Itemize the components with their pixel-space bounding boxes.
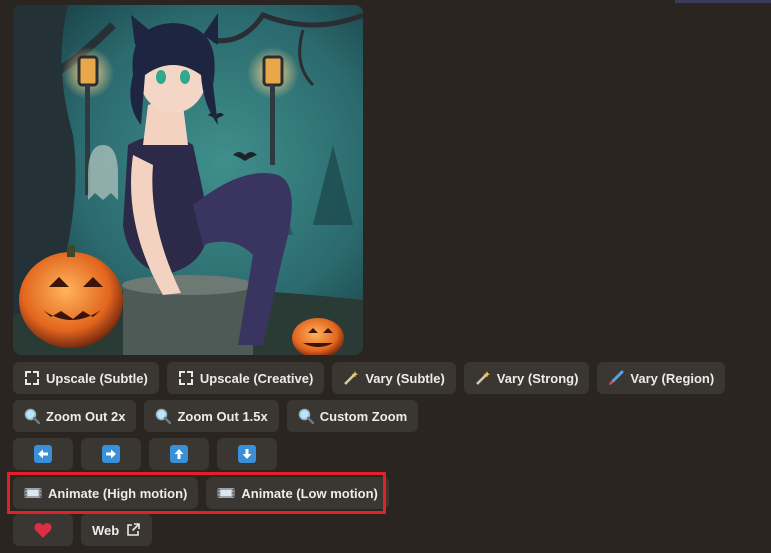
animate-low-motion-label: Animate (Low motion) bbox=[241, 485, 378, 501]
action-row-pan bbox=[13, 438, 277, 470]
web-link-label: Web bbox=[92, 522, 120, 538]
animate-low-motion-button[interactable]: Animate (Low motion) bbox=[206, 477, 389, 509]
vary-subtle-label: Vary (Subtle) bbox=[365, 370, 445, 386]
like-button[interactable] bbox=[13, 514, 73, 546]
top-bar-accent bbox=[675, 0, 771, 3]
generated-image-artwork bbox=[13, 5, 363, 355]
pan-down-button[interactable] bbox=[217, 438, 277, 470]
film-icon bbox=[217, 488, 235, 498]
animate-high-motion-button[interactable]: Animate (High motion) bbox=[13, 477, 199, 509]
web-link-button[interactable]: Web bbox=[81, 514, 153, 546]
zoom-out-1-5x-button[interactable]: Zoom Out 1.5x bbox=[144, 400, 279, 432]
arrow-left-icon bbox=[34, 445, 52, 463]
paintbrush-icon bbox=[609, 370, 624, 385]
pan-left-button[interactable] bbox=[13, 438, 73, 470]
upscale-creative-label: Upscale (Creative) bbox=[199, 370, 314, 386]
generated-image[interactable] bbox=[13, 5, 363, 355]
pan-right-button[interactable] bbox=[81, 438, 141, 470]
upscale-subtle-button[interactable]: Upscale (Subtle) bbox=[13, 362, 159, 394]
animate-high-motion-label: Animate (High motion) bbox=[48, 485, 188, 501]
heart-icon bbox=[34, 522, 52, 538]
custom-zoom-label: Custom Zoom bbox=[319, 408, 408, 424]
magnifier-icon bbox=[24, 408, 40, 424]
action-row-upscale-vary: Upscale (Subtle) Upscale (Creative) Vary… bbox=[13, 362, 726, 394]
film-icon bbox=[24, 488, 42, 498]
pan-up-button[interactable] bbox=[149, 438, 209, 470]
expand-icon bbox=[178, 371, 193, 385]
upscale-creative-button[interactable]: Upscale (Creative) bbox=[166, 362, 325, 394]
action-row-misc: Web bbox=[13, 514, 153, 546]
magic-wand-icon bbox=[344, 371, 359, 385]
vary-strong-label: Vary (Strong) bbox=[496, 370, 579, 386]
zoom-out-2x-button[interactable]: Zoom Out 2x bbox=[13, 400, 137, 432]
vary-region-button[interactable]: Vary (Region) bbox=[597, 362, 726, 394]
vary-subtle-button[interactable]: Vary (Subtle) bbox=[332, 362, 456, 394]
magnifier-icon bbox=[156, 408, 172, 424]
magic-wand-icon bbox=[475, 371, 491, 385]
arrow-down-icon bbox=[238, 445, 256, 463]
upscale-subtle-label: Upscale (Subtle) bbox=[46, 370, 148, 386]
arrow-up-icon bbox=[170, 445, 188, 463]
action-row-animate: Animate (High motion) Animate (Low motio… bbox=[13, 477, 389, 509]
zoom-out-1-5x-label: Zoom Out 1.5x bbox=[177, 408, 268, 424]
zoom-out-2x-label: Zoom Out 2x bbox=[46, 408, 126, 424]
vary-strong-button[interactable]: Vary (Strong) bbox=[463, 362, 590, 394]
external-link-icon bbox=[127, 523, 141, 536]
custom-zoom-button[interactable]: Custom Zoom bbox=[286, 400, 419, 432]
action-row-zoom: Zoom Out 2x Zoom Out 1.5x Custom Zoom bbox=[13, 400, 419, 432]
vary-region-label: Vary (Region) bbox=[630, 370, 715, 386]
expand-icon bbox=[25, 371, 39, 385]
magnifier-icon bbox=[298, 408, 314, 424]
arrow-right-icon bbox=[102, 445, 120, 463]
